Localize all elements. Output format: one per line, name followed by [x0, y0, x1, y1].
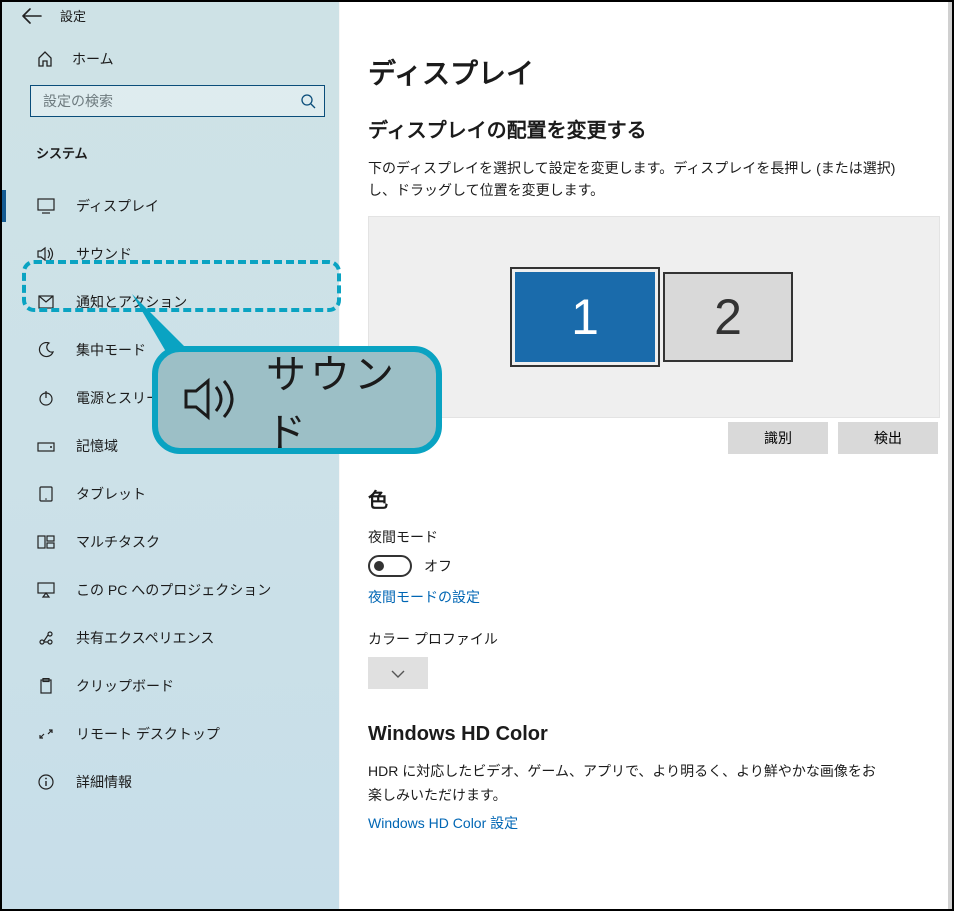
sidebar-item-shared[interactable]: 共有エクスペリエンス — [2, 614, 339, 662]
toggle-state-label: オフ — [424, 556, 452, 576]
remote-icon — [36, 726, 56, 742]
settings-title: 設定 — [60, 6, 86, 25]
sidebar-item-power[interactable]: 電源とスリープ — [2, 374, 339, 422]
monitor-icon — [36, 198, 56, 214]
page-title: ディスプレイ — [368, 52, 924, 92]
settings-window: 設定 ホーム システム ディスプレイ — [0, 0, 954, 911]
search-icon — [300, 93, 316, 109]
tablet-icon — [36, 486, 56, 502]
share-icon — [36, 630, 56, 646]
search-box[interactable] — [30, 85, 325, 117]
home-label: ホーム — [72, 49, 114, 69]
header-row: 設定 — [2, 2, 339, 35]
info-icon — [36, 774, 56, 790]
sidebar-item-tablet[interactable]: タブレット — [2, 470, 339, 518]
sidebar-item-clipboard[interactable]: クリップボード — [2, 662, 339, 710]
sidebar-item-label: 詳細情報 — [76, 772, 132, 792]
sidebar-item-storage[interactable]: 記憶域 — [2, 422, 339, 470]
hd-description: HDR に対応したビデオ、ゲーム、アプリで、より明るく、より鮮やかな画像をお楽し… — [368, 760, 888, 808]
multitask-icon — [36, 535, 56, 549]
sidebar-item-label: リモート デスクトップ — [76, 724, 220, 744]
nav-list: ディスプレイ サウンド 通知とアクション 集中モード — [2, 174, 339, 806]
sidebar-item-display[interactable]: ディスプレイ — [2, 182, 339, 230]
search-input[interactable] — [41, 92, 300, 110]
notification-icon — [36, 294, 56, 310]
home-icon — [36, 51, 54, 67]
sidebar-item-label: マルチタスク — [76, 532, 160, 552]
sidebar-item-label: サウンド — [76, 244, 132, 264]
detect-button[interactable]: 検出 — [838, 422, 938, 454]
moon-icon — [36, 342, 56, 358]
projection-icon — [36, 582, 56, 598]
night-mode-label: 夜間モード — [368, 527, 924, 547]
sidebar-item-label: この PC へのプロジェクション — [76, 580, 271, 600]
storage-icon — [36, 439, 56, 453]
color-section: 色 夜間モード オフ 夜間モードの設定 カラー プロファイル — [368, 484, 924, 689]
sidebar-item-label: タブレット — [76, 484, 146, 504]
speaker-icon — [36, 246, 56, 262]
sidebar-item-label: 通知とアクション — [76, 292, 187, 312]
sidebar-item-projection[interactable]: この PC へのプロジェクション — [2, 566, 339, 614]
sidebar-item-remote[interactable]: リモート デスクトップ — [2, 710, 339, 758]
hd-color-section: Windows HD Color HDR に対応したビデオ、ゲーム、アプリで、よ… — [368, 723, 924, 834]
sidebar-item-label: 電源とスリープ — [76, 388, 173, 408]
sidebar-item-multitask[interactable]: マルチタスク — [2, 518, 339, 566]
sidebar-item-label: クリップボード — [76, 676, 174, 696]
night-mode-toggle-row: オフ — [368, 555, 924, 577]
sidebar-item-label: 集中モード — [76, 340, 146, 360]
category-label: システム — [2, 131, 339, 174]
main-panel: ディスプレイ ディスプレイの配置を変更する 下のディスプレイを選択して設定を変更… — [339, 2, 952, 909]
arrange-description: 下のディスプレイを選択して設定を変更します。ディスプレイを長押し (または選択)… — [368, 157, 924, 202]
scrollbar[interactable] — [948, 2, 952, 909]
sidebar-item-label: ディスプレイ — [76, 196, 159, 216]
night-mode-toggle[interactable] — [368, 555, 412, 577]
identify-button[interactable]: 識別 — [728, 422, 828, 454]
sidebar-item-label: 記憶域 — [76, 436, 118, 456]
sidebar-item-label: 共有エクスペリエンス — [76, 628, 214, 648]
power-icon — [36, 390, 56, 406]
hd-settings-link[interactable]: Windows HD Color 設定 — [368, 813, 518, 833]
display-arrange-area[interactable]: 1 2 — [368, 216, 940, 418]
sidebar-item-notifications[interactable]: 通知とアクション — [2, 278, 339, 326]
arrange-buttons: 識別 検出 — [368, 422, 938, 454]
chevron-down-icon — [391, 665, 405, 681]
sidebar: 設定 ホーム システム ディスプレイ — [2, 2, 339, 909]
clipboard-icon — [36, 678, 56, 694]
night-mode-settings-link[interactable]: 夜間モードの設定 — [368, 587, 480, 607]
sidebar-item-about[interactable]: 詳細情報 — [2, 758, 339, 806]
monitor-2[interactable]: 2 — [663, 272, 793, 362]
color-profile-dropdown[interactable] — [368, 657, 428, 689]
back-arrow-icon[interactable] — [22, 8, 42, 24]
home-button[interactable]: ホーム — [2, 35, 339, 83]
arrange-heading: ディスプレイの配置を変更する — [368, 114, 924, 143]
monitor-1[interactable]: 1 — [515, 272, 655, 362]
color-profile-label: カラー プロファイル — [368, 629, 924, 649]
sidebar-item-sound[interactable]: サウンド — [2, 230, 339, 278]
color-heading: 色 — [368, 484, 924, 513]
hd-heading: Windows HD Color — [368, 723, 924, 746]
sidebar-item-focus[interactable]: 集中モード — [2, 326, 339, 374]
